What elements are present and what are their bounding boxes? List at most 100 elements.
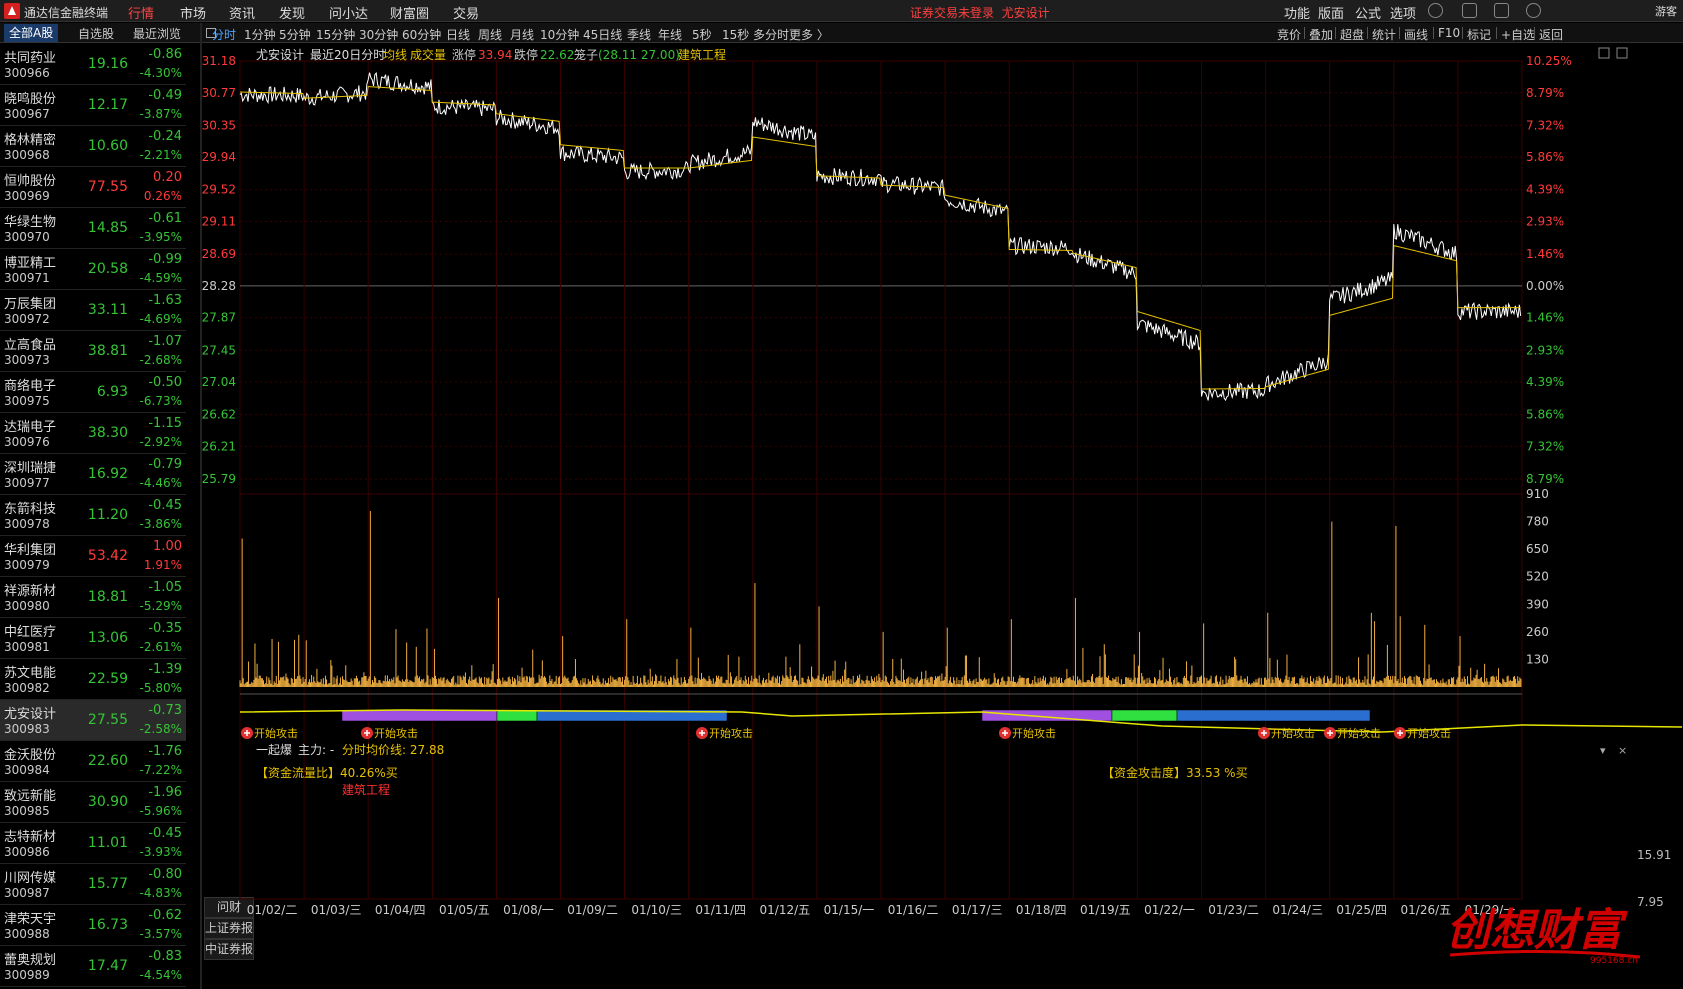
chart-expand-icon[interactable] (1616, 47, 1628, 59)
period-tab[interactable]: 年线 (658, 26, 682, 43)
menu-wealth-circle[interactable]: 财富圈 (390, 3, 429, 22)
period-tab[interactable]: 多分时 (753, 26, 789, 43)
stock-row[interactable]: 商络电子 300975 6.93 -0.50 -6.73% (0, 372, 186, 413)
stock-row[interactable]: 万辰集团 300972 33.11 -1.63 -4.69% (0, 290, 186, 331)
date-tick-label: 01/11/四 (695, 903, 746, 917)
stock-row[interactable]: 共同药业 300966 19.16 -0.86 -4.30% (0, 44, 186, 85)
menu-function[interactable]: 功能 (1284, 3, 1310, 22)
period-tab[interactable]: 更多 〉 (789, 26, 829, 43)
chart-tool-button[interactable]: F10 (1438, 26, 1460, 40)
stock-row[interactable]: 立高食品 300973 38.81 -1.07 -2.68% (0, 331, 186, 372)
message-icon[interactable] (1494, 3, 1509, 18)
stock-row[interactable]: 深圳瑞捷 300977 16.92 -0.79 -4.46% (0, 454, 186, 495)
stock-row[interactable]: 津荣天宇 300988 16.73 -0.62 -3.57% (0, 905, 186, 946)
stock-row[interactable]: 苏文电能 300982 22.59 -1.39 -5.80% (0, 659, 186, 700)
menu-news[interactable]: 资讯 (229, 3, 255, 22)
stock-change: -1.07 (148, 334, 182, 349)
stock-name: 共同药业 (4, 51, 57, 66)
period-tab[interactable]: 5秒 (692, 26, 712, 43)
info-sector[interactable]: 建筑工程 (678, 47, 726, 62)
menu-options[interactable]: 选项 (1390, 3, 1416, 22)
stock-code: 300970 (4, 230, 50, 244)
tab-recent[interactable]: 最近浏览 (133, 25, 181, 42)
stock-row[interactable]: 志特新材 300986 11.01 -0.45 -3.93% (0, 823, 186, 864)
period-tab[interactable]: 15分钟 (316, 26, 355, 43)
menu-ask[interactable]: 问小达 (329, 3, 368, 22)
period-tab[interactable]: 季线 (627, 26, 651, 43)
chart-settings-icon[interactable] (1598, 47, 1610, 59)
stock-row[interactable]: 恒帅股份 300969 77.55 0.20 0.26% (0, 167, 186, 208)
stock-price: 10.60 (87, 138, 128, 154)
indicator-name[interactable]: 一起爆 (256, 743, 292, 757)
stock-row[interactable]: 博亚精工 300971 20.58 -0.99 -4.59% (0, 249, 186, 290)
stock-row[interactable]: 川网传媒 300987 15.77 -0.80 -4.83% (0, 864, 186, 905)
period-tab[interactable]: 30分钟 (359, 26, 398, 43)
volume-tick-label: 390 (1526, 597, 1549, 611)
chart-tool-button[interactable]: 超盘 (1340, 26, 1364, 43)
stock-row[interactable]: 华绿生物 300970 14.85 -0.61 -3.95% (0, 208, 186, 249)
tab-all-a-shares[interactable]: 全部A股 (4, 24, 59, 42)
stock-code: 300989 (4, 968, 50, 982)
stock-change: -0.62 (148, 908, 182, 923)
intraday-chart[interactable]: 31.18 30.77 30.35 29.94 29.52 29.11 28.69 28.28… (202, 44, 1683, 989)
stock-row[interactable]: 祥源新材 300980 18.81 -1.05 -5.29% (0, 577, 186, 618)
stock-code: 300984 (4, 763, 50, 777)
tab-watchlist[interactable]: 自选股 (78, 25, 114, 42)
indicator-extra-label: 建筑工程 (342, 782, 390, 797)
stock-code: 300972 (4, 312, 50, 326)
period-tab[interactable]: 分时 (212, 26, 236, 43)
stock-change-pct: -4.30% (139, 66, 182, 80)
stock-change-pct: -5.96% (139, 804, 182, 818)
stock-row[interactable]: 中红医疗 300981 13.06 -0.35 -2.61% (0, 618, 186, 659)
stock-row[interactable]: 金沃股份 300984 22.60 -1.76 -7.22% (0, 741, 186, 782)
info-limit-up-label: 涨停 (452, 47, 476, 62)
refresh-icon[interactable] (1428, 3, 1443, 18)
chart-tool-button[interactable]: 返回 (1539, 26, 1563, 43)
chart-tool-button[interactable]: 统计 (1372, 26, 1396, 43)
chart-tool-button[interactable]: +自选 (1501, 26, 1535, 43)
period-tab[interactable]: 周线 (478, 26, 502, 43)
stock-row[interactable]: 蕾奥规划 300989 17.47 -0.83 -4.54% (0, 946, 186, 987)
stock-price: 20.58 (87, 261, 128, 277)
menu-layout[interactable]: 版面 (1318, 3, 1344, 22)
chart-tool-button[interactable]: 标记 (1467, 26, 1491, 43)
window-icon[interactable] (1462, 3, 1477, 18)
chart-tool-button[interactable]: 画线 (1404, 26, 1428, 43)
period-tab[interactable]: 60分钟 (402, 26, 441, 43)
chart-tool-button[interactable]: 叠加 (1309, 26, 1333, 43)
guest-label[interactable]: 游客 (1655, 3, 1677, 19)
period-tab[interactable]: 1分钟 (244, 26, 276, 43)
user-icon[interactable] (1526, 3, 1541, 18)
period-tab[interactable]: 10分钟 (540, 26, 579, 43)
stock-row[interactable]: 致远新能 300985 30.90 -1.96 -5.96% (0, 782, 186, 823)
menu-trade[interactable]: 交易 (453, 3, 479, 22)
menu-discover[interactable]: 发现 (279, 3, 305, 22)
stock-row[interactable]: 东箭科技 300978 11.20 -0.45 -3.86% (0, 495, 186, 536)
stock-change: -0.50 (148, 375, 182, 390)
volume-tick-label: 780 (1526, 515, 1549, 529)
menu-quotes[interactable]: 行情 (128, 3, 154, 22)
stock-row[interactable]: 华利集团 300979 53.42 1.00 1.91% (0, 536, 186, 577)
stock-row[interactable]: 达瑞电子 300976 38.30 -1.15 -2.92% (0, 413, 186, 454)
menu-formula[interactable]: 公式 (1355, 3, 1381, 22)
period-tab[interactable]: 5分钟 (279, 26, 311, 43)
indicator-dropdown-icon[interactable]: ▾ (1600, 744, 1606, 757)
period-tab[interactable]: 月线 (510, 26, 534, 43)
stock-change: -0.79 (148, 457, 182, 472)
menu-market[interactable]: 市场 (180, 3, 206, 22)
indicator-close-icon[interactable]: × (1618, 744, 1627, 757)
trade-login-notice[interactable]: 证券交易未登录 尤安设计 (910, 4, 1050, 21)
stock-name: 万辰集团 (4, 297, 57, 312)
info-limit-down-label: 跌停 (514, 47, 538, 62)
period-tab[interactable]: 日线 (446, 26, 470, 43)
tool-separator (1433, 27, 1434, 39)
stock-price: 11.20 (87, 507, 128, 523)
stock-row[interactable]: 尤安设计 300983 27.55 -0.73 -2.58% (0, 700, 186, 741)
chart-tool-button[interactable]: 竞价 (1277, 26, 1301, 43)
stock-row[interactable]: 格林精密 300968 10.60 -0.24 -2.21% (0, 126, 186, 167)
period-tab[interactable]: 45日线 (583, 26, 622, 43)
stock-row[interactable]: 晓鸣股份 300967 12.17 -0.49 -3.87% (0, 85, 186, 126)
period-tab[interactable]: 15秒 (722, 26, 749, 43)
stock-name: 东箭科技 (4, 502, 57, 517)
stock-change-pct: -2.68% (139, 353, 182, 367)
